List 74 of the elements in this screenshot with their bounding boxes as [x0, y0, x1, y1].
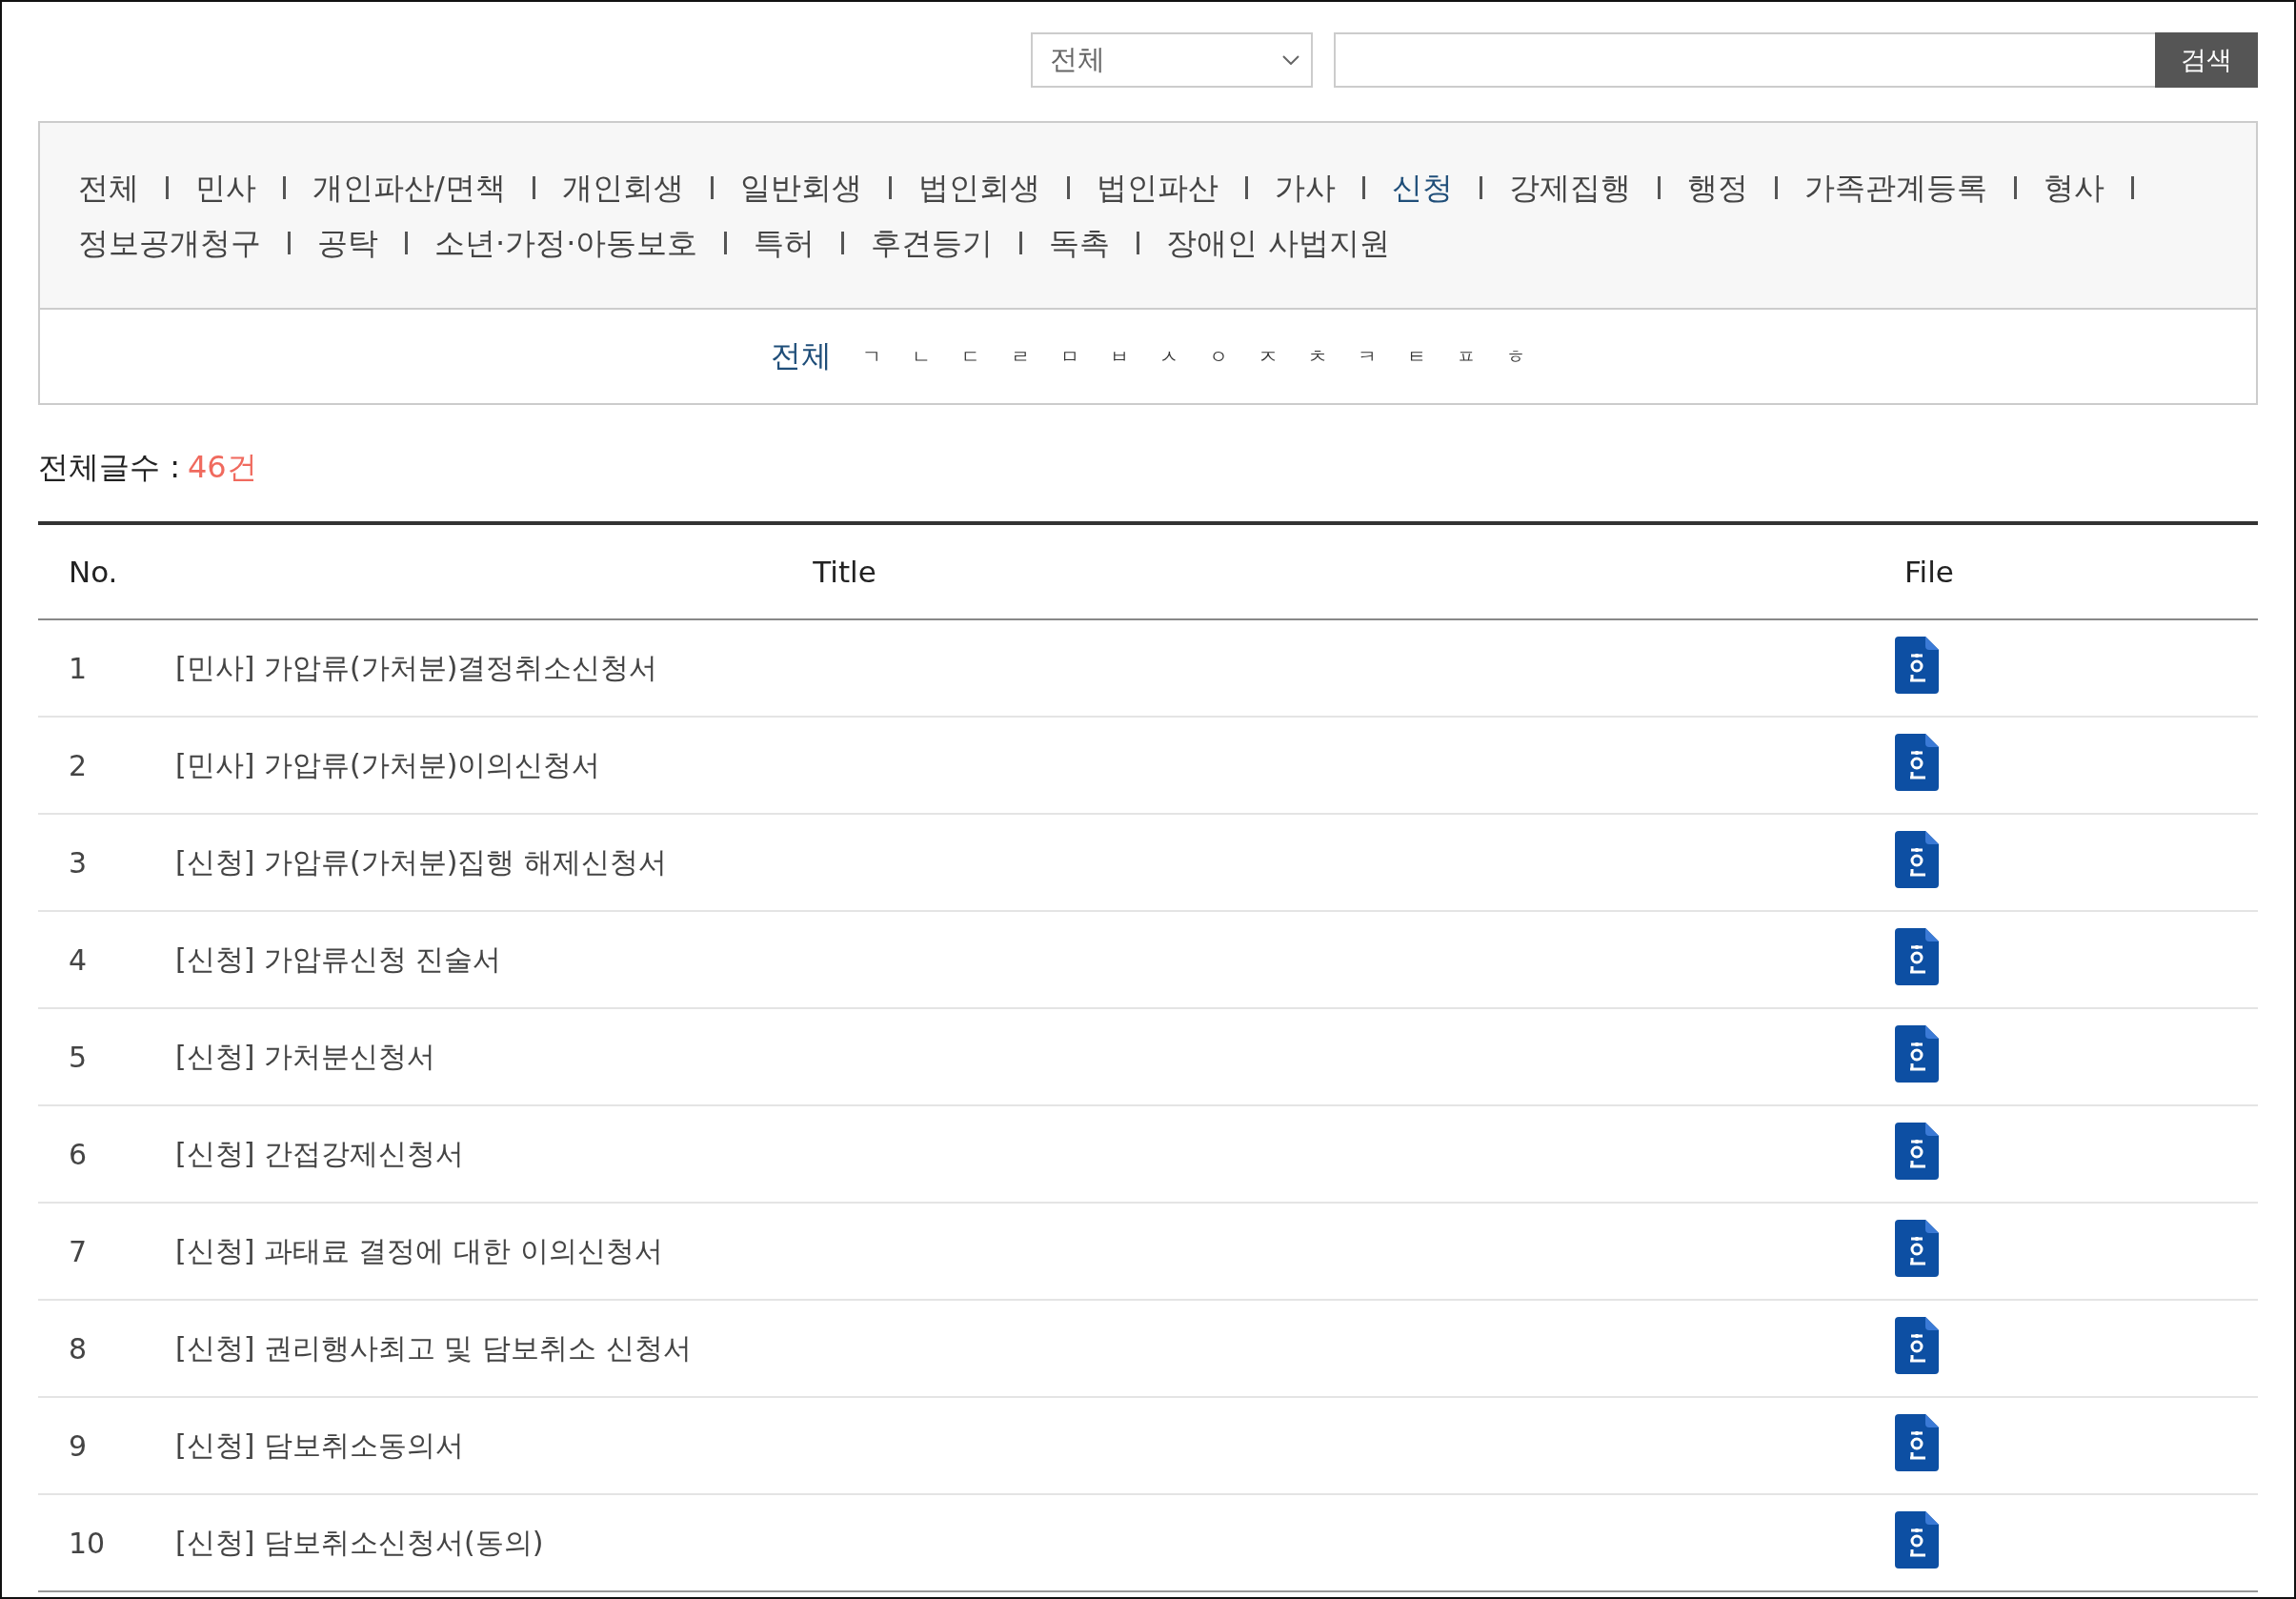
- category-link[interactable]: 법인파산: [1096, 165, 1218, 211]
- category-link[interactable]: 강제집행: [1508, 165, 1631, 211]
- document-icon[interactable]: [1895, 1413, 1939, 1471]
- row-number: 6: [69, 1137, 88, 1171]
- document-icon[interactable]: [1895, 1219, 1939, 1277]
- document-title-link[interactable]: [민사] 가압류(가처분)이의신청서: [175, 747, 601, 781]
- column-header: No.: [38, 523, 174, 619]
- document-icon[interactable]: [1895, 1510, 1939, 1569]
- category-link[interactable]: 전체: [78, 165, 139, 211]
- index-link[interactable]: ㅈ: [1259, 343, 1278, 370]
- category-link[interactable]: 정보공개청구: [78, 220, 261, 266]
- index-link[interactable]: ㅁ: [1060, 343, 1079, 370]
- category-link[interactable]: 독촉: [1049, 220, 1111, 266]
- row-number: 3: [69, 845, 88, 880]
- document-title-link[interactable]: [신청] 간접강제신청서: [175, 1136, 464, 1170]
- category-select[interactable]: 전체: [1031, 32, 1313, 88]
- category-link[interactable]: 후견등기: [871, 220, 994, 266]
- category-link[interactable]: 공탁: [317, 220, 378, 266]
- document-title-link[interactable]: [신청] 권리행사최고 및 담보취소 신청서: [175, 1330, 692, 1365]
- category-link[interactable]: 소년·가정·아동보호: [434, 220, 698, 266]
- search-button[interactable]: 검색: [2155, 32, 2258, 88]
- document-title-link[interactable]: [신청] 담보취소동의서: [175, 1427, 464, 1462]
- total-count: 46건: [187, 448, 257, 487]
- index-link[interactable]: ㅎ: [1506, 343, 1525, 370]
- category-link[interactable]: 신청: [1391, 165, 1453, 211]
- document-title-link[interactable]: [신청] 가압류신청 진술서: [175, 941, 502, 976]
- category-link[interactable]: 가사: [1274, 165, 1336, 211]
- document-title-link[interactable]: [신청] 과태료 결정에 대한 이의신청서: [175, 1233, 663, 1267]
- index-link[interactable]: ㄴ: [912, 343, 931, 370]
- index-link[interactable]: ㄷ: [961, 343, 980, 370]
- document-title-link[interactable]: [신청] 가압류(가처분)집행 해제신청서: [175, 844, 667, 879]
- index-link[interactable]: ㅇ: [1209, 343, 1228, 370]
- column-header: File: [1876, 523, 2258, 619]
- document-icon[interactable]: [1895, 1316, 1939, 1374]
- search-field[interactable]: [1334, 32, 2155, 88]
- category-link[interactable]: 개인파산/면책: [312, 165, 506, 211]
- row-number: 9: [69, 1428, 88, 1463]
- index-link[interactable]: ㅌ: [1407, 343, 1426, 370]
- index-link[interactable]: ㅅ: [1159, 343, 1178, 370]
- index-link[interactable]: ㅍ: [1457, 343, 1476, 370]
- document-icon[interactable]: [1895, 1024, 1939, 1083]
- document-icon[interactable]: [1895, 636, 1939, 694]
- category-link[interactable]: 특허: [754, 220, 816, 266]
- category-link[interactable]: 행정: [1686, 165, 1748, 211]
- row-number: 10: [69, 1526, 106, 1560]
- category-link[interactable]: 개인회생: [561, 165, 684, 211]
- category-link[interactable]: 일반회생: [739, 165, 862, 211]
- column-header: Title: [174, 523, 1876, 619]
- document-title-link[interactable]: [신청] 담보취소신청서(동의): [175, 1525, 544, 1559]
- document-title-link[interactable]: [민사] 가압류(가처분)결정취소신청서: [175, 650, 658, 684]
- row-number: 8: [69, 1331, 88, 1366]
- row-number: 7: [69, 1234, 88, 1268]
- total-label: 전체글수 :: [38, 448, 180, 487]
- chevron-down-icon: [1282, 55, 1299, 65]
- row-number: 2: [69, 748, 88, 782]
- category-link[interactable]: 형사: [2043, 165, 2105, 211]
- category-link[interactable]: 장애인 사법지원: [1166, 220, 1390, 266]
- index-link[interactable]: ㄱ: [862, 343, 881, 370]
- index-link[interactable]: ㅂ: [1110, 343, 1129, 370]
- index-link[interactable]: ㅋ: [1358, 343, 1377, 370]
- index-link[interactable]: 전체: [771, 335, 832, 377]
- document-icon[interactable]: [1895, 830, 1939, 888]
- document-title-link[interactable]: [신청] 가처분신청서: [175, 1039, 435, 1073]
- row-number: 1: [69, 651, 88, 685]
- row-number: 5: [69, 1040, 88, 1074]
- category-link[interactable]: 법인회생: [917, 165, 1040, 211]
- document-icon[interactable]: [1895, 733, 1939, 791]
- category-link[interactable]: 민사: [195, 165, 256, 211]
- index-link[interactable]: ㄹ: [1011, 343, 1030, 370]
- row-number: 4: [69, 942, 88, 977]
- category-link[interactable]: 가족관계등록: [1803, 165, 1987, 211]
- document-icon[interactable]: [1895, 927, 1939, 985]
- index-link[interactable]: ㅊ: [1308, 343, 1327, 370]
- document-icon[interactable]: [1895, 1122, 1939, 1180]
